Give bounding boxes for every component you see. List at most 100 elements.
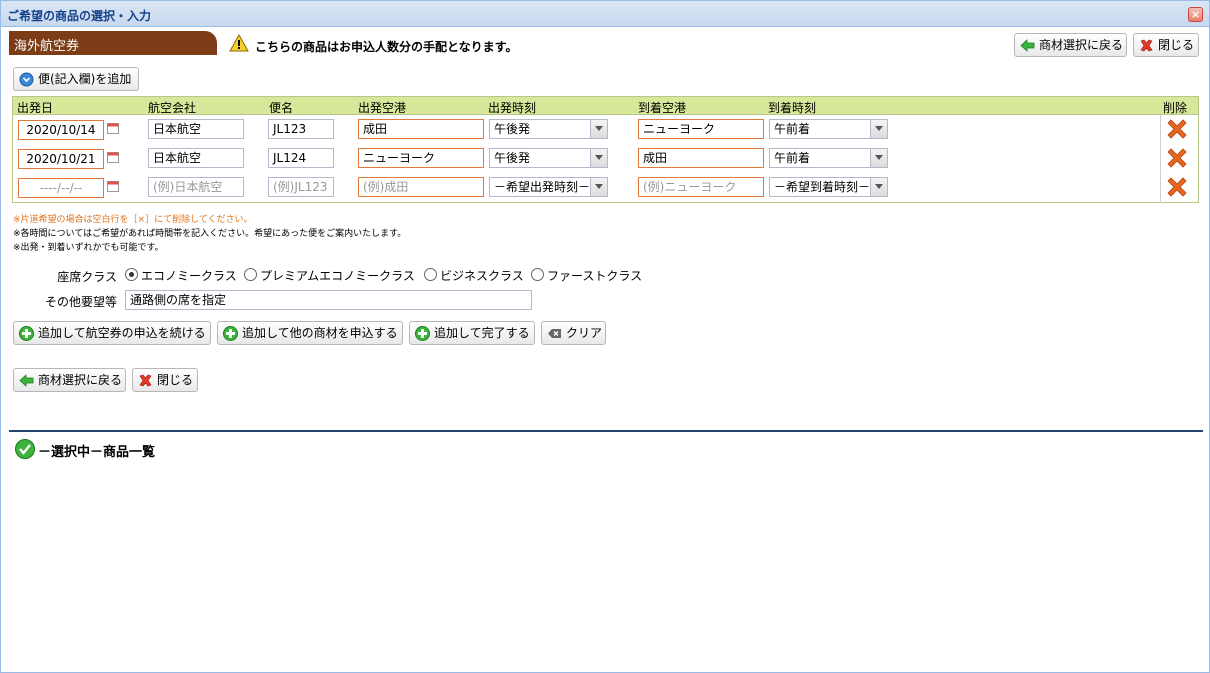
col-header-date: 出発日 — [17, 101, 54, 115]
arr-time-select[interactable]: 午前着 — [769, 148, 888, 168]
add-and-other-product-label: 追加して他の商材を申込する — [242, 326, 398, 340]
flight-number-field[interactable]: JL124 — [268, 148, 334, 168]
close-x-icon — [1139, 38, 1154, 53]
airline-field[interactable]: 日本航空 — [148, 148, 244, 168]
back-to-products-label: 商材選択に戻る — [1039, 38, 1124, 52]
dep-time-select[interactable]: 午後発 — [489, 148, 608, 168]
arrow-left-icon — [1020, 38, 1035, 53]
section-tab-overseas-air: 海外航空券 — [9, 31, 217, 55]
flight-row-blank: ----/--/-- (例)日本航空 (例)JL123 (例)成田 －希望出発時… — [13, 173, 1200, 202]
calendar-icon[interactable] — [107, 180, 119, 192]
add-flight-row-button[interactable]: 便(記入欄)を追加 — [13, 67, 139, 91]
radio-dot — [531, 268, 544, 281]
dep-airport-field[interactable]: ニューヨーク — [358, 148, 484, 168]
add-and-other-product-button[interactable]: 追加して他の商材を申込する — [217, 321, 403, 345]
flight-grid-header: 出発日 航空会社 便名 出発空港 出発時刻 到着空港 到着時刻 削除 — [12, 96, 1199, 115]
dep-time-value: 午後発 — [494, 122, 531, 136]
delete-row-icon[interactable] — [1166, 118, 1188, 140]
col-header-flight: 便名 — [269, 101, 294, 115]
arr-airport-field[interactable]: 成田 — [638, 148, 764, 168]
airline-field[interactable]: 日本航空 — [148, 119, 244, 139]
notes: ※片道希望の場合は空白行を［×］にて削除してください。 ※各時間についてはご希望… — [13, 213, 406, 255]
section-separator — [9, 430, 1203, 432]
window-close-button[interactable]: × — [1188, 7, 1203, 22]
flight-number-field[interactable]: JL123 — [268, 119, 334, 139]
calendar-icon[interactable] — [107, 151, 119, 163]
chevron-down-icon — [590, 178, 607, 196]
seat-class-option-label: ファーストクラス — [547, 269, 643, 283]
arr-time-select[interactable]: 午前着 — [769, 119, 888, 139]
col-header-arr-airport: 到着空港 — [638, 101, 687, 115]
col-header-airline: 航空会社 — [148, 101, 197, 115]
selected-products-title: －選択中－商品一覧 — [38, 445, 156, 460]
add-and-continue-flight-label: 追加して航空券の申込を続ける — [38, 326, 206, 340]
flight-row: 2020/10/14 日本航空 JL123 成田 午後発 ニューヨーク 午前着 — [13, 115, 1200, 144]
clear-button[interactable]: クリア — [541, 321, 606, 345]
dep-time-value: －希望出発時刻－ — [494, 180, 591, 194]
seat-class-option-label: ビジネスクラス — [440, 269, 524, 283]
close-x-icon — [138, 373, 153, 388]
arr-airport-field[interactable]: (例)ニューヨーク — [638, 177, 764, 197]
clear-label: クリア — [566, 326, 603, 340]
plus-icon — [415, 326, 430, 341]
other-requests-input[interactable]: 通路側の席を指定 — [125, 290, 532, 310]
close-button-bottom[interactable]: 閉じる — [132, 368, 198, 392]
flight-number-field[interactable]: (例)JL123 — [268, 177, 334, 197]
back-to-products-button[interactable]: 商材選択に戻る — [1014, 33, 1127, 57]
col-header-delete: 削除 — [1163, 101, 1188, 115]
radio-dot — [125, 268, 138, 281]
note-time: ※各時間についてはご希望があれば時間帯を記入ください。希望にあった便をご案内いた… — [13, 229, 407, 239]
seat-class-option-label: エコノミークラス — [141, 269, 237, 283]
dep-time-select[interactable]: －希望出発時刻－ — [489, 177, 608, 197]
backspace-icon — [547, 326, 562, 341]
add-and-complete-button[interactable]: 追加して完了する — [409, 321, 535, 345]
arr-time-select[interactable]: －希望到着時刻－ — [769, 177, 888, 197]
radio-dot — [424, 268, 437, 281]
chevron-down-circle-icon — [19, 72, 34, 87]
airline-field[interactable]: (例)日本航空 — [148, 177, 244, 197]
add-and-continue-flight-button[interactable]: 追加して航空券の申込を続ける — [13, 321, 211, 345]
arr-time-value: 午前着 — [774, 122, 811, 136]
calendar-icon[interactable] — [107, 122, 119, 134]
delete-row-icon[interactable] — [1166, 147, 1188, 169]
plus-icon — [19, 326, 34, 341]
window-titlebar: ご希望の商品の選択・入力 × — [1, 1, 1209, 27]
chevron-down-icon — [870, 120, 887, 138]
arr-time-value: －希望到着時刻－ — [774, 180, 871, 194]
dep-time-value: 午後発 — [494, 151, 531, 165]
dep-time-select[interactable]: 午後発 — [489, 119, 608, 139]
dep-airport-field[interactable]: 成田 — [358, 119, 484, 139]
col-header-dep-airport: 出発空港 — [358, 101, 407, 115]
other-requests-label: その他要望等 — [44, 295, 117, 309]
add-and-complete-label: 追加して完了する — [434, 326, 530, 340]
chevron-down-icon — [590, 120, 607, 138]
note-one-way: ※片道希望の場合は空白行を［×］にて削除してください。 — [13, 215, 253, 225]
date-field[interactable]: 2020/10/14 — [18, 120, 104, 140]
plus-icon — [223, 326, 238, 341]
dep-airport-field[interactable]: (例)成田 — [358, 177, 484, 197]
add-flight-row-label: 便(記入欄)を追加 — [38, 72, 132, 86]
back-to-products-label: 商材選択に戻る — [38, 373, 123, 387]
chevron-down-icon — [870, 149, 887, 167]
date-field[interactable]: ----/--/-- — [18, 178, 104, 198]
check-circle-icon — [15, 439, 35, 462]
window-title: ご希望の商品の選択・入力 — [7, 9, 152, 23]
note-either: ※出発・到着いずれかでも可能です。 — [13, 243, 164, 253]
warning-icon — [229, 33, 249, 52]
back-to-products-button-bottom[interactable]: 商材選択に戻る — [13, 368, 126, 392]
flight-grid: 2020/10/14 日本航空 JL123 成田 午後発 ニューヨーク 午前着 … — [12, 115, 1199, 203]
col-header-arr-time: 到着時刻 — [768, 101, 817, 115]
delete-row-icon[interactable] — [1166, 176, 1188, 198]
date-field[interactable]: 2020/10/21 — [18, 149, 104, 169]
close-button[interactable]: 閉じる — [1133, 33, 1199, 57]
arr-airport-field[interactable]: ニューヨーク — [638, 119, 764, 139]
arrow-left-icon — [19, 373, 34, 388]
flight-row: 2020/10/21 日本航空 JL124 ニューヨーク 午後発 成田 午前着 — [13, 144, 1200, 173]
seat-class-label: 座席クラス — [57, 270, 117, 284]
product-selection-window: ご希望の商品の選択・入力 × 海外航空券 こちらの商品はお申込人数分の手配となり… — [0, 0, 1210, 673]
radio-dot — [244, 268, 257, 281]
chevron-down-icon — [870, 178, 887, 196]
close-label: 閉じる — [1158, 38, 1195, 52]
seat-class-option-label: プレミアムエコノミークラス — [260, 269, 415, 283]
notice-text: こちらの商品はお申込人数分の手配となります。 — [255, 40, 518, 54]
